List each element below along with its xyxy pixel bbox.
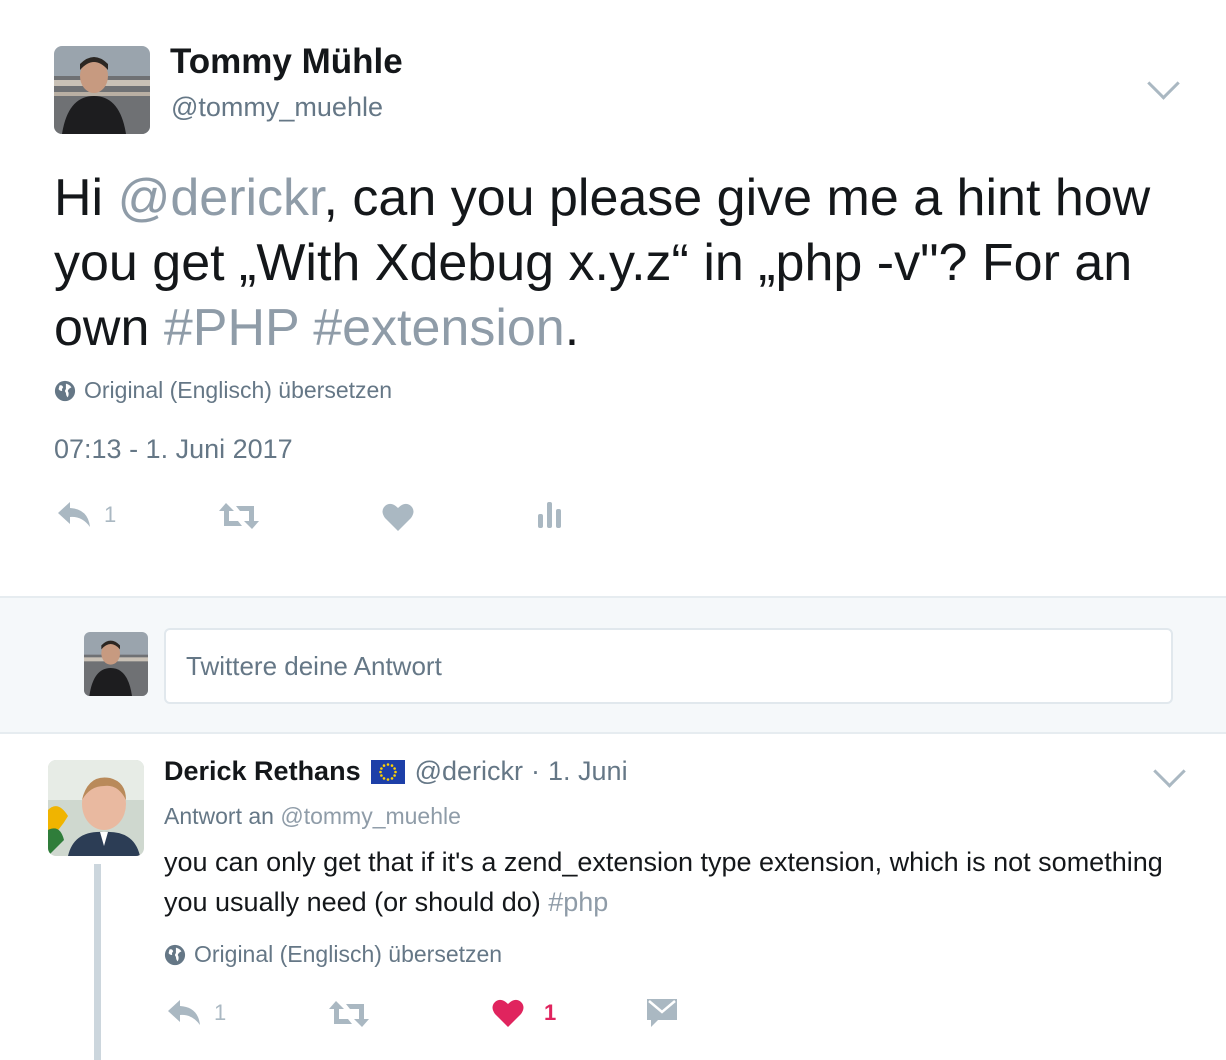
tweet-text-part <box>299 299 313 357</box>
hashtag-link[interactable]: #php <box>548 887 608 917</box>
like-button[interactable]: 1 <box>492 998 556 1028</box>
mention-link[interactable]: @derickr <box>118 169 324 227</box>
reply-author-handle[interactable]: @derickr <box>415 756 523 787</box>
reply-icon <box>58 502 90 527</box>
reply-count: 1 <box>214 1000 227 1025</box>
analytics-button[interactable] <box>536 500 564 530</box>
tweet-text-part: Hi <box>54 169 118 227</box>
avatar-photo <box>84 632 148 696</box>
eu-flag-icon <box>370 759 405 784</box>
tweet-timestamp[interactable]: 07:13 - 1. Juni 2017 <box>54 434 293 465</box>
globe-icon <box>164 944 186 965</box>
avatar-photo <box>54 46 150 134</box>
heart-icon <box>382 503 414 531</box>
retweet-button[interactable] <box>328 1000 370 1028</box>
like-count: 1 <box>544 1000 557 1025</box>
reply-header: Derick Rethans @derickr · 1. Juni <box>164 756 628 787</box>
reply-to-label: Antwort an <box>164 803 274 829</box>
direct-message-button[interactable] <box>646 998 678 1028</box>
chevron-down-icon[interactable] <box>1147 67 1180 100</box>
reply-icon <box>168 1000 200 1025</box>
direct-message-icon <box>647 999 677 1027</box>
reply-text-body: you can only get that if it's a zend_ext… <box>164 847 1163 917</box>
translate-label: Original (Englisch) übersetzen <box>84 377 393 403</box>
author-handle[interactable]: @tommy_muehle <box>171 92 383 123</box>
reply-button[interactable]: 1 <box>56 500 116 530</box>
retweet-button[interactable] <box>218 502 260 530</box>
like-button[interactable] <box>382 502 414 532</box>
thread-line <box>94 864 101 1060</box>
retweet-icon <box>329 1001 369 1027</box>
hashtag-link[interactable]: #extension <box>313 299 565 357</box>
tweet-text: Hi @derickr, can you please give me a hi… <box>54 166 1184 361</box>
reply-date[interactable]: 1. Juni <box>548 756 628 787</box>
tweet-text-part: . <box>564 299 580 357</box>
reply-input[interactable] <box>164 628 1173 704</box>
reply-to: Antwort an @tommy_muehle <box>164 803 461 830</box>
translate-link[interactable]: Original (Englisch) übersetzen <box>164 941 502 968</box>
globe-icon <box>54 380 76 401</box>
translate-link[interactable]: Original (Englisch) übersetzen <box>54 377 392 404</box>
author-avatar[interactable] <box>54 46 150 134</box>
retweet-icon <box>219 503 259 529</box>
reply-to-handle[interactable]: @tommy_muehle <box>280 803 461 829</box>
separator: · <box>531 756 541 786</box>
reply-author-name[interactable]: Derick Rethans <box>164 756 361 787</box>
user-avatar[interactable] <box>84 632 148 696</box>
translate-label: Original (Englisch) übersetzen <box>194 941 503 967</box>
avatar-photo <box>48 760 144 856</box>
reply-author-avatar[interactable] <box>48 760 144 856</box>
analytics-icon <box>538 502 561 528</box>
heart-icon <box>492 999 524 1027</box>
reply-button[interactable]: 1 <box>166 998 226 1028</box>
reply-text: you can only get that if it's a zend_ext… <box>164 842 1184 922</box>
reply-count: 1 <box>104 502 117 527</box>
author-name[interactable]: Tommy Mühle <box>170 42 403 82</box>
chevron-down-icon[interactable] <box>1153 755 1186 788</box>
hashtag-link[interactable]: #PHP <box>164 299 299 357</box>
